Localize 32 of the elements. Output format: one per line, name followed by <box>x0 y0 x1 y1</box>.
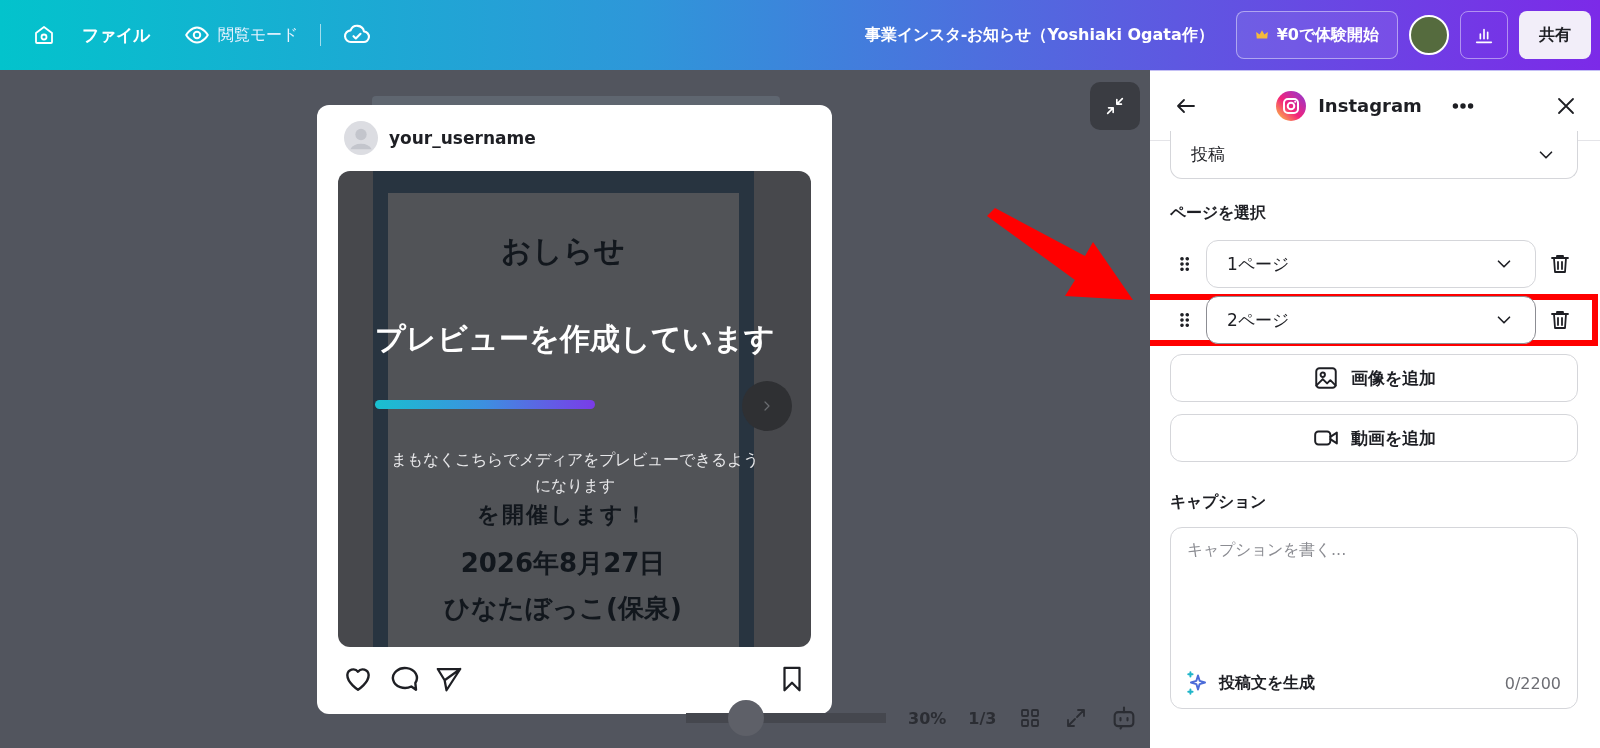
design-text: ひなたぼっこ(保泉) <box>444 592 682 625</box>
dropdown[interactable]: 投稿 <box>1170 131 1578 179</box>
design-text: 2026年8月27日 <box>460 547 666 580</box>
dropdown[interactable]: 2ページ <box>1206 296 1536 344</box>
design-text: おしらせ <box>501 232 625 270</box>
bar-chart-icon[interactable] <box>1460 11 1508 59</box>
trash-icon[interactable] <box>1548 252 1572 276</box>
add-image-button[interactable]: 画像を追加 <box>1170 354 1578 402</box>
crown-icon <box>1254 28 1269 42</box>
caption-field[interactable]: キャプションを書く... 投稿文を生成 0/2200 <box>1170 527 1578 709</box>
character-counter: 0/2200 <box>1504 673 1561 693</box>
dropdown[interactable]: 1ページ <box>1206 240 1536 288</box>
image-icon <box>1312 365 1339 391</box>
slider-thumb[interactable] <box>728 700 764 736</box>
collapse-button[interactable] <box>1090 82 1140 130</box>
avatar[interactable] <box>1409 15 1449 55</box>
add-video-button[interactable]: 動画を追加 <box>1170 414 1578 462</box>
panel-title: Instagram <box>1318 95 1422 116</box>
document-title[interactable]: 事業インスタ-お知らせ（Yoshiaki Ogata作） <box>864 24 1214 46</box>
username: your_username <box>389 128 536 148</box>
instagram-logo-icon <box>1276 90 1307 121</box>
user-avatar-icon <box>344 121 378 155</box>
share-button[interactable]: 共有 <box>1519 11 1591 59</box>
collapse-arrows-icon <box>1104 95 1126 117</box>
section-label: ページを選択 <box>1170 203 1267 224</box>
loading-message: まもなくこちらでメディアをプレビューできるようになります <box>390 449 759 497</box>
trash-icon[interactable] <box>1548 308 1572 332</box>
trial-button[interactable]: ¥0で体験開始 <box>1235 11 1398 59</box>
generate-caption-button[interactable]: 投稿文を生成 <box>1185 670 1315 696</box>
section-label: キャプション <box>1170 492 1267 513</box>
design-text: を開催します！ <box>477 501 649 529</box>
loading-title: プレビューを作成しています <box>374 320 775 358</box>
